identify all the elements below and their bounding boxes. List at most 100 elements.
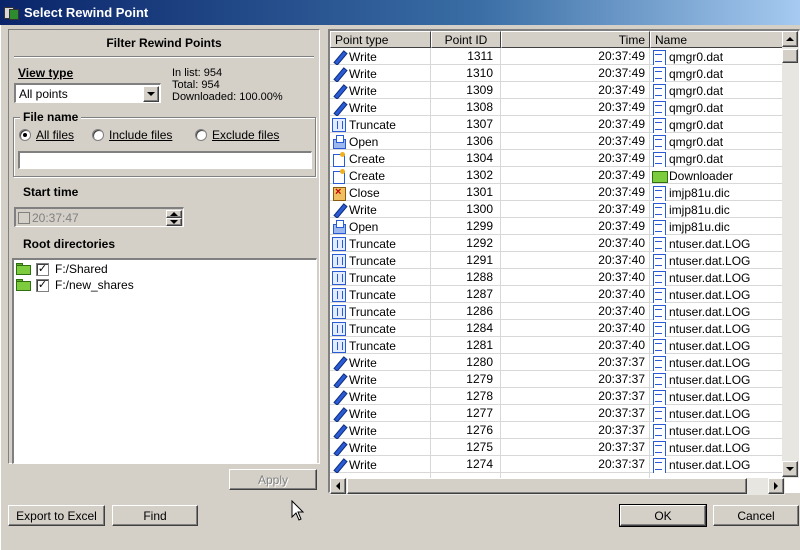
time-cell: 20:37:37 xyxy=(598,389,645,403)
open-icon xyxy=(332,134,346,149)
name-text: ntuser.dat.LOG xyxy=(669,440,751,455)
filter-title: Filter Rewind Points xyxy=(106,36,222,50)
write-icon xyxy=(332,356,346,370)
scroll-up-button[interactable] xyxy=(782,31,798,47)
file-icon xyxy=(652,185,666,201)
ok-button[interactable]: OK xyxy=(619,504,707,527)
point-type-cell: Write xyxy=(332,422,430,439)
list-row[interactable]: Close 1301 20:37:49 imjp81u.dic xyxy=(330,184,785,201)
scroll-left-button[interactable] xyxy=(330,478,346,494)
name-cell: qmgr0.dat xyxy=(652,82,785,99)
tree-item-label: F:/Shared xyxy=(55,262,108,276)
name-text: ntuser.dat.LOG xyxy=(669,457,751,472)
list-row[interactable]: Truncate 1284 20:37:40 ntuser.dat.LOG xyxy=(330,320,785,337)
list-row[interactable]: Create 1302 20:37:49 Downloader xyxy=(330,167,785,184)
export-to-excel-button[interactable]: Export to Excel xyxy=(8,505,105,526)
name-cell: imjp81u.dic xyxy=(652,201,785,218)
point-type-cell: Write xyxy=(332,82,430,99)
list-row[interactable]: Write 1310 20:37:49 qmgr0.dat xyxy=(330,65,785,82)
find-button[interactable]: Find xyxy=(112,505,198,526)
list-row[interactable]: Write 1276 20:37:37 ntuser.dat.LOG xyxy=(330,422,785,439)
spin-up-button[interactable] xyxy=(166,210,182,218)
radio-button-checked[interactable] xyxy=(19,129,31,141)
scroll-down-button[interactable] xyxy=(782,461,798,477)
tree-item-new-shares[interactable]: ✓ F:/new_shares xyxy=(16,277,134,293)
time-cell: 20:37:49 xyxy=(598,66,645,80)
title-bar[interactable]: Select Rewind Point xyxy=(0,0,800,25)
list-row[interactable]: Truncate 1291 20:37:40 ntuser.dat.LOG xyxy=(330,252,785,269)
write-icon xyxy=(332,441,346,455)
list-row[interactable]: Write 1280 20:37:37 ntuser.dat.LOG xyxy=(330,354,785,371)
cancel-button[interactable]: Cancel xyxy=(713,505,799,526)
truncate-icon xyxy=(332,270,346,285)
chevron-down-icon xyxy=(147,92,155,96)
radio-include-files[interactable]: Include files xyxy=(92,128,172,142)
file-name-input[interactable] xyxy=(18,151,312,169)
column-header-point-id[interactable]: Point ID xyxy=(431,31,501,48)
radio-exclude-files[interactable]: Exclude files xyxy=(195,128,279,142)
list-row[interactable]: Write 1309 20:37:49 qmgr0.dat xyxy=(330,82,785,99)
column-header-point-type[interactable]: Point type xyxy=(330,31,431,48)
name-text: ntuser.dat.LOG xyxy=(669,423,751,438)
scroll-thumb[interactable] xyxy=(782,49,798,63)
list-row[interactable]: Write 1277 20:37:37 ntuser.dat.LOG xyxy=(330,405,785,422)
truncate-icon xyxy=(332,321,346,336)
list-row[interactable]: Truncate 1307 20:37:49 qmgr0.dat xyxy=(330,116,785,133)
list-row[interactable]: Truncate 1292 20:37:40 ntuser.dat.LOG xyxy=(330,235,785,252)
file-icon xyxy=(652,49,666,65)
name-cell: ntuser.dat.LOG xyxy=(652,252,785,269)
tree-checkbox[interactable]: ✓ xyxy=(36,278,49,292)
point-type-cell: Write xyxy=(332,371,430,388)
name-text: qmgr0.dat xyxy=(669,134,724,149)
list-row[interactable]: Create 1304 20:37:49 qmgr0.dat xyxy=(330,150,785,167)
list-row[interactable]: Write 1308 20:37:49 qmgr0.dat xyxy=(330,99,785,116)
list-row[interactable]: Write 1278 20:37:37 ntuser.dat.LOG xyxy=(330,388,785,405)
point-type-text: Write xyxy=(349,66,377,81)
list-row[interactable]: Truncate 1287 20:37:40 ntuser.dat.LOG xyxy=(330,286,785,303)
list-row[interactable]: Truncate 1288 20:37:40 ntuser.dat.LOG xyxy=(330,269,785,286)
list-row[interactable]: Open 1306 20:37:49 qmgr0.dat xyxy=(330,133,785,150)
scroll-right-button[interactable] xyxy=(768,478,784,494)
point-type-text: Truncate xyxy=(349,117,396,132)
list-row[interactable]: Write 1275 20:37:37 ntuser.dat.LOG xyxy=(330,439,785,456)
point-type-cell: Truncate xyxy=(332,269,430,286)
list-row[interactable]: Write 1311 20:37:49 qmgr0.dat xyxy=(330,48,785,65)
radio-all-files[interactable]: All files xyxy=(19,128,74,142)
file-icon xyxy=(652,270,666,286)
vertical-scrollbar[interactable] xyxy=(782,31,799,478)
tree-item-shared[interactable]: ✓ F:/Shared xyxy=(16,261,108,277)
point-type-text: Write xyxy=(349,49,377,64)
column-header-name[interactable]: Name xyxy=(650,31,790,48)
start-time-checkbox[interactable] xyxy=(18,212,30,224)
apply-button[interactable]: Apply xyxy=(229,469,317,490)
stats: In list: 954 Total: 954 Downloaded: 100.… xyxy=(172,67,283,103)
open-icon xyxy=(332,219,346,234)
chevron-left-icon xyxy=(336,482,340,490)
column-header-time[interactable]: Time xyxy=(501,31,650,48)
dropdown-arrow-button[interactable] xyxy=(143,86,159,102)
view-type-dropdown[interactable]: All points xyxy=(14,83,161,103)
time-spinner[interactable] xyxy=(166,210,182,227)
tree-checkbox[interactable]: ✓ xyxy=(36,262,49,276)
horizontal-scrollbar[interactable] xyxy=(330,478,785,495)
list-row[interactable]: Write 1274 20:37:37 ntuser.dat.LOG xyxy=(330,456,785,473)
point-type-cell: Open xyxy=(332,218,430,235)
list-row[interactable]: Open 1299 20:37:49 imjp81u.dic xyxy=(330,218,785,235)
list-row[interactable]: Write 1279 20:37:37 ntuser.dat.LOG xyxy=(330,371,785,388)
list-row[interactable]: Truncate 1286 20:37:40 ntuser.dat.LOG xyxy=(330,303,785,320)
rewind-points-list[interactable]: Point type Point ID Time Name Write 1311 2… xyxy=(328,29,800,495)
spin-down-button[interactable] xyxy=(166,218,182,226)
list-row[interactable]: Truncate 1281 20:37:40 ntuser.dat.LOG xyxy=(330,337,785,354)
horizontal-scroll-thumb[interactable] xyxy=(347,478,747,494)
time-cell: 20:37:40 xyxy=(598,236,645,250)
time-cell: 20:37:49 xyxy=(598,117,645,131)
name-text: ntuser.dat.LOG xyxy=(669,287,751,302)
name-text: Downloader xyxy=(669,168,734,183)
point-id-cell: 1284 xyxy=(466,321,493,335)
radio-button[interactable] xyxy=(195,129,207,141)
radio-button[interactable] xyxy=(92,129,104,141)
point-id-cell: 1302 xyxy=(466,168,493,182)
start-time-picker[interactable]: 20:37:47 xyxy=(14,207,184,227)
root-directories-tree[interactable]: ✓ F:/Shared ✓ F:/new_shares xyxy=(12,258,317,464)
list-row[interactable]: Write 1300 20:37:49 imjp81u.dic xyxy=(330,201,785,218)
